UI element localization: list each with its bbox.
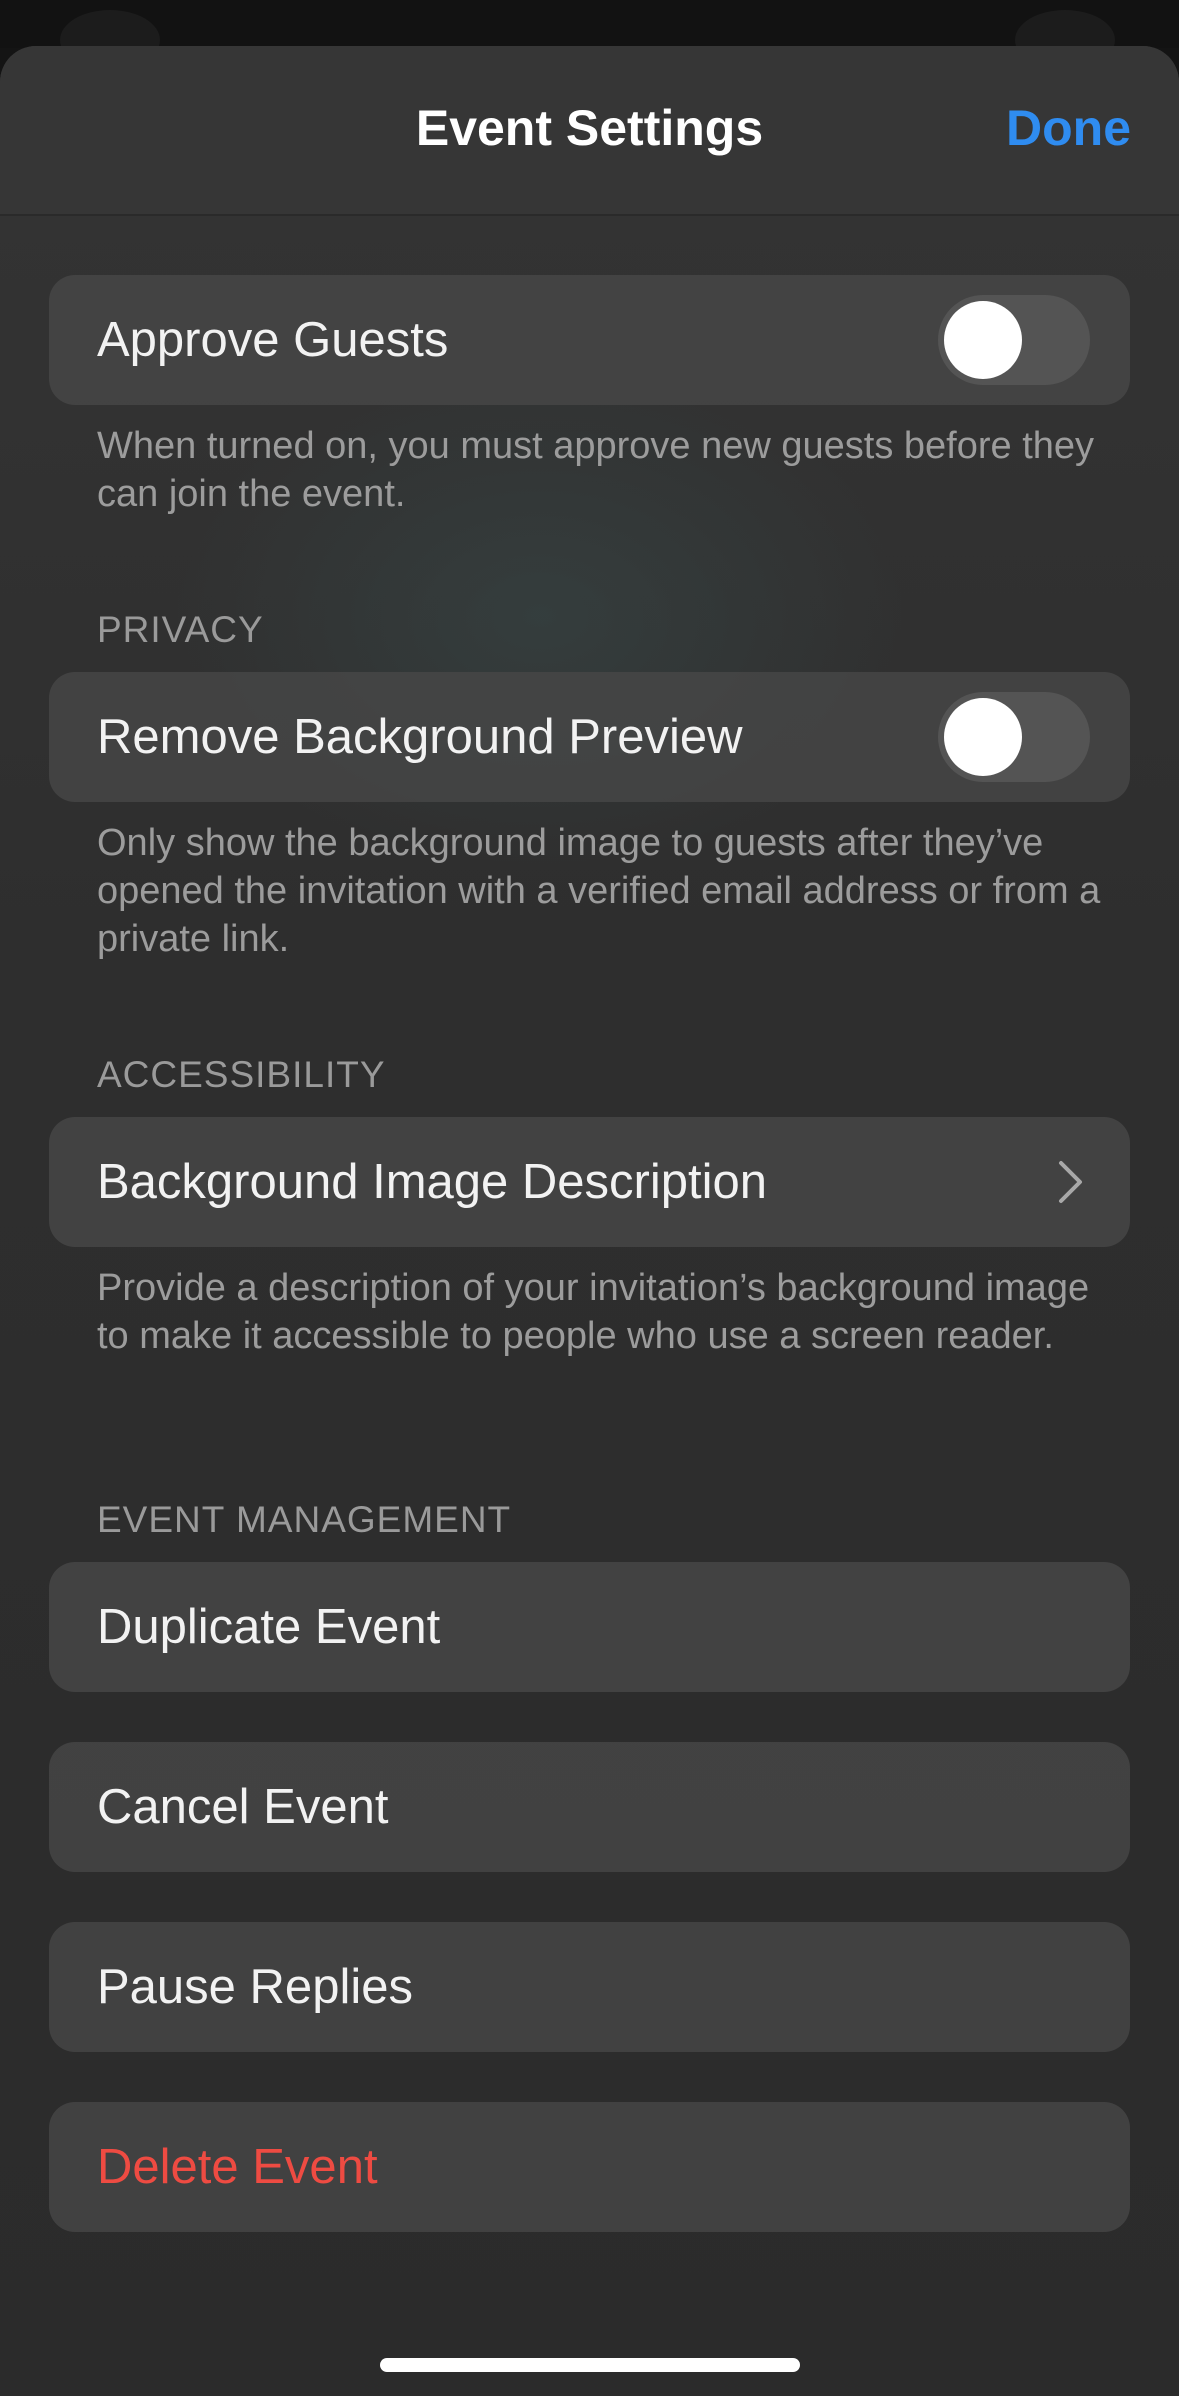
remove-background-preview-row: Remove Background Preview xyxy=(49,672,1130,802)
cancel-event-button[interactable]: Cancel Event xyxy=(49,1742,1130,1872)
approve-guests-footnote: When turned on, you must approve new gue… xyxy=(97,425,1095,515)
event-settings-sheet: Event Settings Done Approve Guests When … xyxy=(0,46,1179,2396)
delete-event-button[interactable]: Delete Event xyxy=(49,2102,1130,2232)
toggle-knob xyxy=(944,301,1022,379)
screen: Event Settings Done Approve Guests When … xyxy=(0,0,1179,2396)
pause-replies-label: Pause Replies xyxy=(97,1960,413,2014)
home-indicator[interactable] xyxy=(380,2358,800,2372)
approve-guests-label: Approve Guests xyxy=(97,313,449,367)
section-header-event-management: EVENT MANAGEMENT xyxy=(97,1499,512,1540)
remove-background-preview-toggle[interactable] xyxy=(938,692,1090,782)
chevron-right-icon xyxy=(1059,1161,1082,1203)
background-app-bar xyxy=(0,0,1179,48)
approve-guests-toggle[interactable] xyxy=(938,295,1090,385)
toggle-knob xyxy=(944,698,1022,776)
duplicate-event-button[interactable]: Duplicate Event xyxy=(49,1562,1130,1692)
duplicate-event-label: Duplicate Event xyxy=(97,1600,441,1654)
cancel-event-label: Cancel Event xyxy=(97,1780,389,1834)
section-header-privacy: PRIVACY xyxy=(97,609,264,650)
section-header-accessibility: ACCESSIBILITY xyxy=(97,1054,386,1095)
page-title: Event Settings xyxy=(415,100,764,156)
sheet-header: Event Settings Done xyxy=(0,46,1179,216)
background-image-description-label: Background Image Description xyxy=(97,1155,768,1209)
remove-background-preview-footnote: Only show the background image to guests… xyxy=(97,822,1101,960)
remove-background-preview-label: Remove Background Preview xyxy=(97,710,743,764)
delete-event-label: Delete Event xyxy=(97,2140,378,2194)
background-image-description-row[interactable]: Background Image Description xyxy=(49,1117,1130,1247)
done-button[interactable]: Done xyxy=(1006,96,1131,160)
background-image-description-footnote: Provide a description of your invitation… xyxy=(97,1267,1090,1357)
approve-guests-row: Approve Guests xyxy=(49,275,1130,405)
pause-replies-button[interactable]: Pause Replies xyxy=(49,1922,1130,2052)
